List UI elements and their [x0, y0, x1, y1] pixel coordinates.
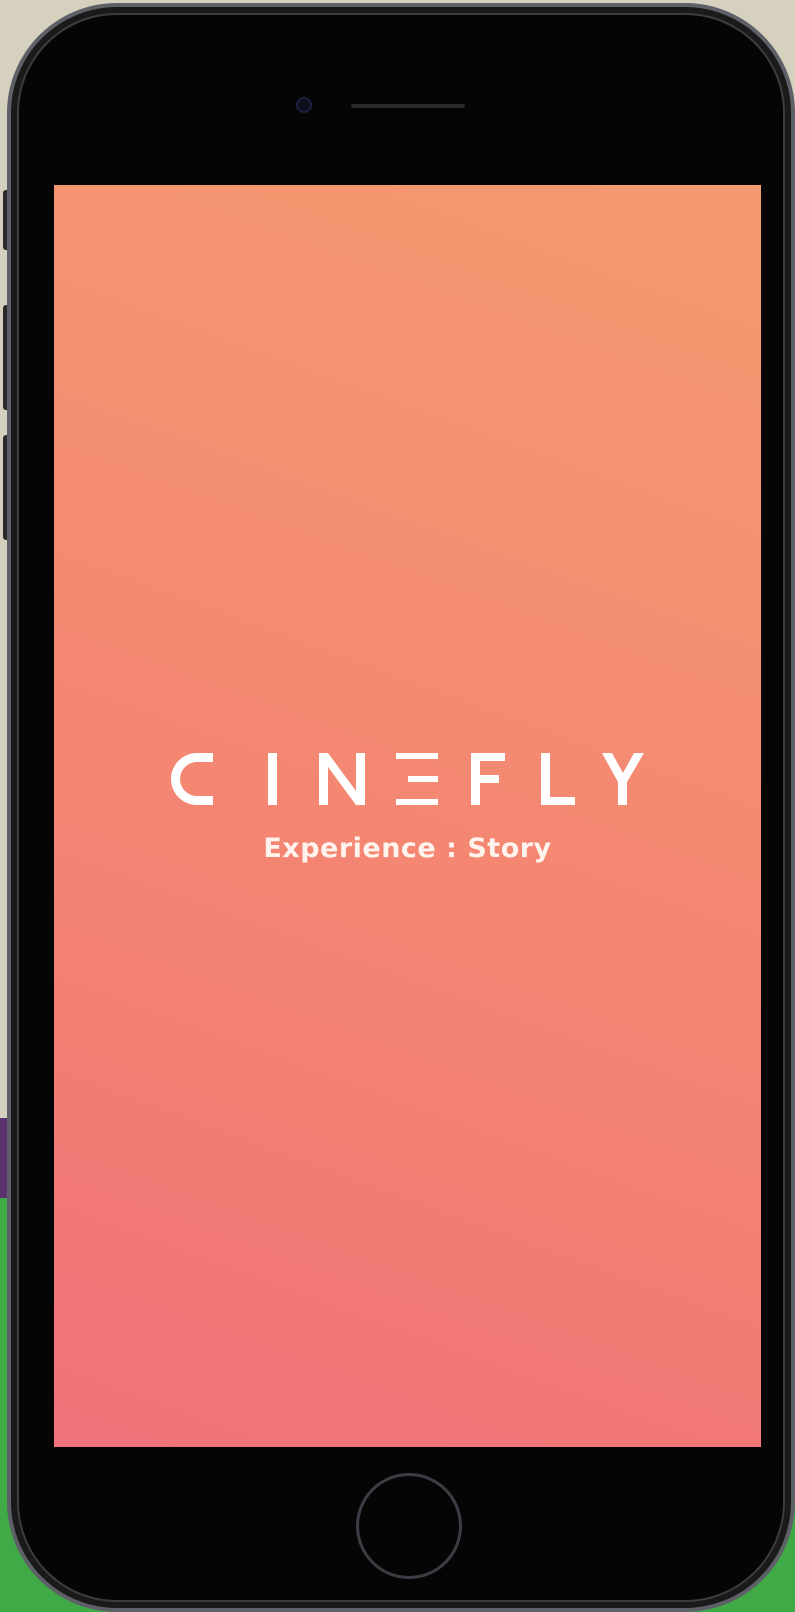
- home-button-icon[interactable]: [356, 1473, 462, 1579]
- front-camera-icon: [298, 99, 310, 111]
- speaker-grille-icon: [351, 104, 465, 108]
- splash-screen: Experience : Story: [54, 185, 761, 1447]
- tagline: Experience : Story: [263, 833, 552, 864]
- phone-frame: Experience : Story: [7, 3, 795, 1612]
- cinefly-logo: [54, 753, 761, 805]
